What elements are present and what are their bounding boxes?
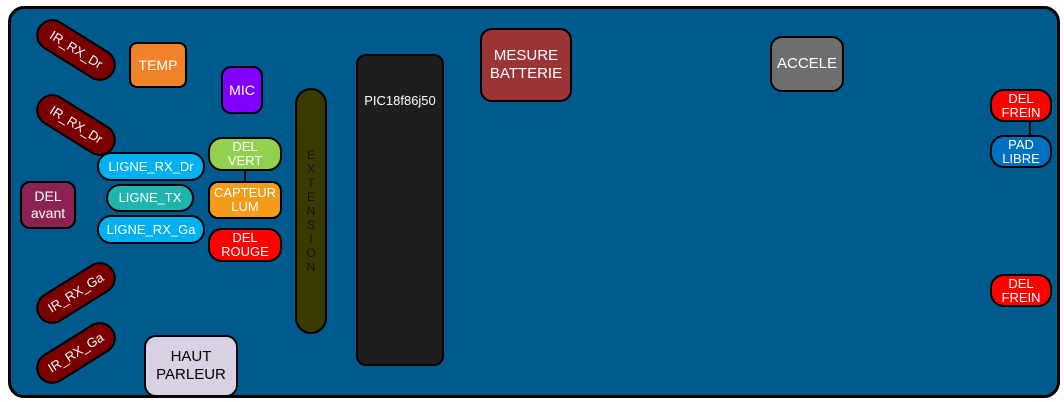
ligne-rx-dr: LIGNE_RX_Dr bbox=[97, 152, 205, 181]
del-vert: DEL VERT bbox=[208, 137, 282, 171]
haut-parleur: HAUT PARLEUR bbox=[144, 335, 238, 397]
del-avant-label: DEL avant bbox=[30, 188, 66, 221]
del-frein-bottom-label: DEL FREIN bbox=[1001, 275, 1041, 305]
extension-label: EXTENSION bbox=[304, 148, 318, 274]
extension-connector: EXTENSION bbox=[295, 88, 327, 334]
mesure-batterie-label: MESURE BATTERIE bbox=[489, 47, 563, 82]
ligne-rx-ga-label: LIGNE_RX_Ga bbox=[106, 221, 196, 237]
pad-libre: PAD LIBRE bbox=[990, 135, 1052, 168]
temp-sensor: TEMP bbox=[129, 42, 187, 88]
mcu-label: PIC18f86j50 bbox=[364, 93, 436, 108]
pad-libre-label: PAD LIBRE bbox=[1002, 136, 1040, 166]
ligne-tx-label: LIGNE_TX bbox=[118, 190, 182, 205]
haut-parleur-label: HAUT PARLEUR bbox=[156, 348, 226, 383]
mesure-batterie: MESURE BATTERIE bbox=[480, 28, 572, 102]
del-avant: DEL avant bbox=[20, 181, 76, 229]
accelerometer: ACCELE bbox=[770, 36, 844, 92]
del-vert-label: DEL VERT bbox=[227, 139, 263, 168]
mic-module: MIC bbox=[221, 66, 263, 114]
del-frein-top: DEL FREIN bbox=[990, 89, 1052, 122]
ligne-rx-dr-label: LIGNE_RX_Dr bbox=[108, 158, 194, 174]
del-rouge: DEL ROUGE bbox=[208, 228, 282, 262]
accele-label: ACCELE bbox=[776, 55, 838, 72]
del-frein-bottom: DEL FREIN bbox=[990, 274, 1052, 307]
capteur-lum: CAPTEUR LUM bbox=[208, 181, 282, 219]
temp-label: TEMP bbox=[138, 57, 178, 73]
del-rouge-label: DEL ROUGE bbox=[221, 230, 269, 259]
mcu-chip: PIC18f86j50 bbox=[356, 54, 444, 366]
capteur-lum-label: CAPTEUR LUM bbox=[213, 185, 277, 214]
ligne-tx: LIGNE_TX bbox=[106, 184, 194, 212]
ligne-rx-ga: LIGNE_RX_Ga bbox=[97, 215, 205, 244]
del-frein-top-label: DEL FREIN bbox=[1001, 90, 1041, 120]
mic-label: MIC bbox=[229, 82, 255, 98]
